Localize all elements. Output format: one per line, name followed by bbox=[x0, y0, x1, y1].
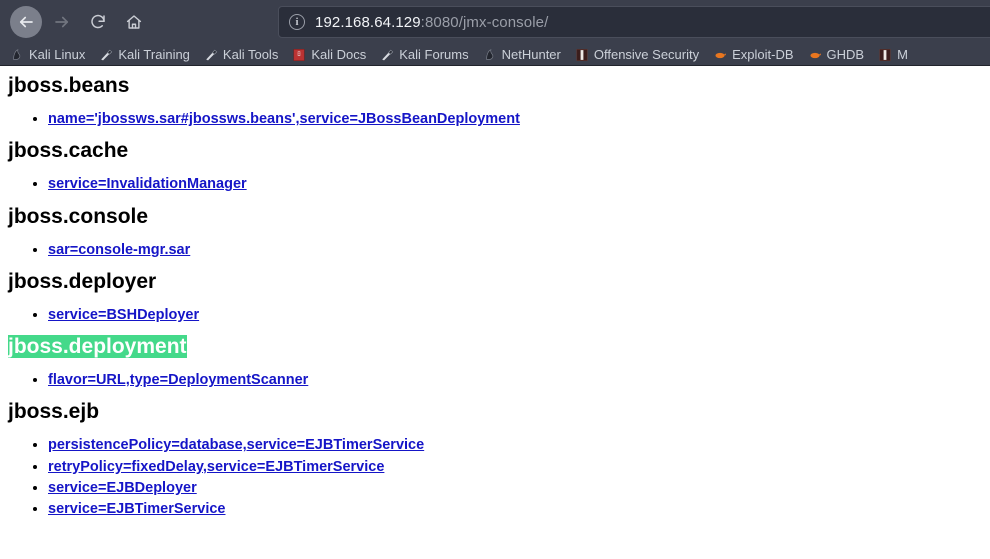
mbean-list: persistencePolicy=database,service=EJBTi… bbox=[0, 434, 990, 519]
bookmarks-bar: Kali Linux Kali Training Kali Tools Kali Do… bbox=[0, 44, 990, 65]
mbean-link[interactable]: persistencePolicy=database,service=EJBTi… bbox=[48, 437, 424, 453]
kali-tool-icon bbox=[101, 49, 113, 60]
kali-tool-icon bbox=[382, 49, 394, 60]
reload-icon bbox=[91, 14, 105, 29]
bookmark-label: Kali Docs bbox=[311, 47, 367, 62]
list-item: service=EJBDeployer bbox=[48, 477, 990, 498]
exploitdb-icon bbox=[715, 52, 727, 58]
list-item: name='jbossws.sar#jbossws.beans',service… bbox=[48, 108, 990, 129]
mbean-domain-group: jboss.cache service=InvalidationManager bbox=[0, 139, 990, 194]
address-bar-container: i 192.168.64.129:8080/jmx-console/ bbox=[202, 6, 990, 38]
arrow-left-icon bbox=[19, 16, 33, 28]
bookmark-item-ghdb[interactable]: GHDB bbox=[808, 47, 865, 62]
url-path: :8080/jmx-console/ bbox=[420, 13, 549, 31]
bookmark-item-kali-forums[interactable]: Kali Forums bbox=[380, 47, 469, 62]
bookmark-item-kali-linux[interactable]: Kali Linux bbox=[10, 47, 85, 62]
mbean-domain-group: jboss.deployment flavor=URL,type=Deployme… bbox=[0, 335, 990, 390]
mbean-domain-group: jboss.deployer service=BSHDeployer bbox=[0, 270, 990, 325]
address-bar[interactable]: i 192.168.64.129:8080/jmx-console/ bbox=[278, 6, 990, 38]
reload-button[interactable] bbox=[82, 6, 114, 38]
bookmark-item-kali-docs[interactable]: Kali Docs bbox=[292, 47, 366, 62]
kali-dragon-icon bbox=[485, 48, 493, 60]
mbean-list: name='jbossws.sar#jbossws.beans',service… bbox=[0, 108, 990, 129]
bookmark-label: Kali Tools bbox=[222, 47, 279, 62]
list-item: service=InvalidationManager bbox=[48, 173, 990, 194]
mbean-link[interactable]: service=EJBTimerService bbox=[48, 501, 226, 517]
mbean-list: service=BSHDeployer bbox=[0, 304, 990, 325]
bookmark-item-exploit-db[interactable]: Exploit-DB bbox=[713, 47, 794, 62]
bookmark-item-kali-tools[interactable]: Kali Tools bbox=[204, 47, 278, 62]
offsec-icon bbox=[879, 48, 891, 61]
mbean-link[interactable]: service=EJBDeployer bbox=[48, 480, 197, 496]
mbean-domain-heading: jboss.console bbox=[8, 204, 149, 228]
mbean-domain-group: jboss.ejb persistencePolicy=database,serv… bbox=[0, 400, 990, 519]
forward-button[interactable] bbox=[46, 6, 78, 38]
mbean-domain-group: jboss.console sar=console-mgr.sar bbox=[0, 205, 990, 260]
exploitdb-icon bbox=[809, 52, 821, 58]
mbean-link[interactable]: service=BSHDeployer bbox=[48, 307, 199, 323]
bookmark-item-m[interactable]: M bbox=[878, 47, 908, 62]
list-item: persistencePolicy=database,service=EJBTi… bbox=[48, 434, 990, 455]
navigation-toolbar: i 192.168.64.129:8080/jmx-console/ bbox=[0, 0, 990, 44]
mbean-domain-heading: jboss.ejb bbox=[8, 400, 100, 424]
list-item: retryPolicy=fixedDelay,service=EJBTimerS… bbox=[48, 456, 990, 477]
mbean-domain-heading: jboss.cache bbox=[8, 139, 129, 163]
bookmark-label: Kali Training bbox=[118, 47, 190, 62]
bookmark-label: NetHunter bbox=[501, 47, 561, 62]
bookmark-label: Kali Forums bbox=[399, 47, 469, 62]
mbean-domain-heading: jboss.deployer bbox=[8, 269, 157, 293]
kali-docs-book-icon bbox=[293, 48, 305, 61]
bookmark-item-offensive-security[interactable]: Offensive Security bbox=[575, 47, 699, 62]
browser-chrome: i 192.168.64.129:8080/jmx-console/ Kali … bbox=[0, 0, 990, 66]
jmx-console-page: jboss.beans name='jbossws.sar#jbossws.bea… bbox=[0, 66, 990, 558]
offsec-icon bbox=[576, 48, 588, 61]
bookmark-label: Exploit-DB bbox=[732, 47, 794, 62]
url-text: 192.168.64.129:8080/jmx-console/ bbox=[315, 14, 548, 31]
mbean-link[interactable]: sar=console-mgr.sar bbox=[48, 242, 190, 258]
mbean-link[interactable]: retryPolicy=fixedDelay,service=EJBTimerS… bbox=[48, 459, 384, 475]
mbean-list: service=InvalidationManager bbox=[0, 173, 990, 194]
mbean-list: flavor=URL,type=DeploymentScanner bbox=[0, 369, 990, 390]
list-item: service=EJBTimerService bbox=[48, 498, 990, 519]
back-button[interactable] bbox=[10, 6, 42, 38]
mbean-list: sar=console-mgr.sar bbox=[0, 239, 990, 260]
list-item: sar=console-mgr.sar bbox=[48, 239, 990, 260]
mbean-link[interactable]: service=InvalidationManager bbox=[48, 176, 247, 192]
bookmark-label: GHDB bbox=[826, 47, 865, 62]
mbean-domain-heading: jboss.beans bbox=[8, 74, 130, 97]
site-info-icon[interactable]: i bbox=[289, 14, 305, 30]
url-host: 192.168.64.129 bbox=[315, 13, 421, 31]
list-item: service=BSHDeployer bbox=[48, 304, 990, 325]
selected-text-highlight: jboss.deployment bbox=[8, 335, 187, 359]
bookmark-item-kali-training[interactable]: Kali Training bbox=[99, 47, 190, 62]
mbean-link[interactable]: flavor=URL,type=DeploymentScanner bbox=[48, 372, 308, 388]
mbean-domain-heading: jboss.deployment bbox=[8, 335, 990, 359]
list-item: flavor=URL,type=DeploymentScanner bbox=[48, 369, 990, 390]
arrow-right-icon bbox=[55, 16, 69, 28]
kali-dragon-icon bbox=[13, 48, 21, 60]
bookmark-label: Offensive Security bbox=[593, 47, 700, 62]
bookmark-label: M bbox=[897, 47, 908, 62]
home-icon bbox=[126, 15, 142, 29]
home-button[interactable] bbox=[118, 6, 150, 38]
mbean-link[interactable]: name='jbossws.sar#jbossws.beans',service… bbox=[48, 111, 520, 127]
kali-tool-icon bbox=[206, 49, 218, 60]
mbean-domain-group: jboss.beans name='jbossws.sar#jbossws.bea… bbox=[0, 74, 990, 129]
bookmark-label: Kali Linux bbox=[29, 47, 86, 62]
bookmark-item-nethunter[interactable]: NetHunter bbox=[483, 47, 561, 62]
